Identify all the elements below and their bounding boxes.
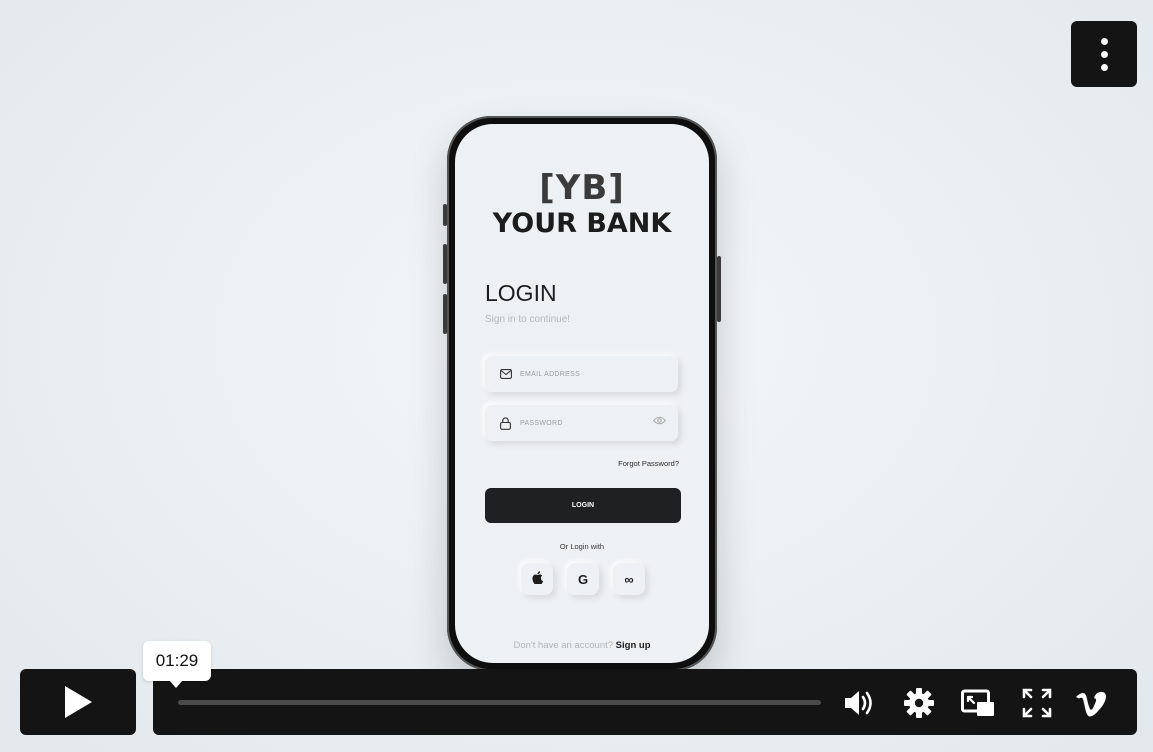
volume-icon [845, 691, 872, 715]
login-title: LOGIN [485, 280, 557, 306]
control-bar [153, 669, 1137, 735]
meta-icon: ∞ [624, 571, 634, 587]
phone-screen: [YB] YOUR BANK LOGIN Sign in to continue… [455, 124, 709, 663]
apple-icon [531, 571, 543, 587]
eye-icon[interactable] [653, 416, 666, 427]
picture-in-picture-button[interactable] [961, 686, 995, 720]
signup-link[interactable]: Sign up [616, 640, 651, 651]
login-subtitle: Sign in to continue! [485, 314, 571, 325]
signup-line: Don't have an account? Sign up [455, 640, 709, 651]
play-button[interactable] [20, 669, 136, 735]
volume-button[interactable] [843, 686, 877, 720]
play-icon [65, 686, 92, 718]
bank-name: YOUR BANK [492, 208, 672, 239]
vimeo-logo-button[interactable] [1075, 686, 1109, 720]
password-field[interactable]: PASSWORD [485, 405, 678, 441]
gear-icon [904, 688, 934, 718]
email-field[interactable]: EMAIL ADDRESS [485, 356, 678, 392]
meta-login-button[interactable]: ∞ [613, 563, 645, 595]
google-login-button[interactable]: G [567, 563, 599, 595]
more-options-button[interactable] [1071, 21, 1137, 87]
progress-bar[interactable] [178, 700, 821, 705]
fullscreen-button[interactable] [1020, 686, 1054, 720]
lock-icon [499, 416, 512, 430]
vimeo-logo-icon [1076, 691, 1106, 717]
forgot-password-link[interactable]: Forgot Password? [618, 459, 679, 468]
email-placeholder: EMAIL ADDRESS [520, 370, 581, 378]
apple-login-button[interactable] [521, 563, 553, 595]
password-placeholder: PASSWORD [520, 419, 563, 427]
google-icon: G [577, 571, 589, 587]
signup-prompt: Don't have an account? [513, 640, 614, 651]
login-button[interactable]: LOGIN [485, 488, 681, 523]
or-login-with-label: Or Login with [559, 542, 605, 551]
bank-logo-mark: [YB] [539, 168, 625, 208]
more-vertical-icon [1100, 37, 1108, 45]
video-frame[interactable]: [YB] YOUR BANK LOGIN Sign in to continue… [0, 0, 1153, 752]
mail-icon [499, 368, 512, 381]
phone-mockup: [YB] YOUR BANK LOGIN Sign in to continue… [443, 116, 721, 671]
picture-in-picture-icon [961, 689, 994, 716]
current-time-tooltip: 01:29 [143, 641, 211, 688]
settings-button[interactable] [902, 686, 936, 720]
fullscreen-icon [1022, 688, 1052, 718]
